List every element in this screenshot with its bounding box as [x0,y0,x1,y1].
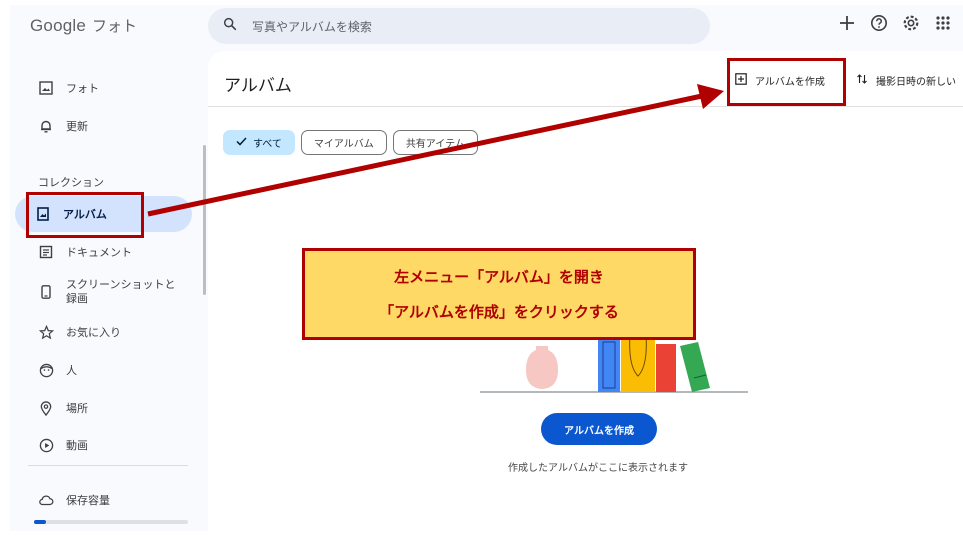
gear-icon[interactable] [901,13,921,33]
location-pin-icon [38,400,54,416]
help-icon[interactable] [869,13,889,33]
storage-progress-fill [34,520,46,524]
sidebar-item-photos[interactable]: フォト [18,70,196,106]
sidebar-item-label: 保存容量 [66,494,110,507]
sidebar-item-label: お気に入り [66,326,121,339]
star-icon [38,324,54,340]
play-circle-icon [38,437,54,453]
sidebar-item-videos[interactable]: 動画 [18,427,196,463]
highlight-create-album [727,58,846,106]
face-icon [38,362,54,378]
chip-shared[interactable]: 共有アイテム [392,130,478,155]
highlight-albums-nav [26,192,144,238]
storage-progress-bar [34,520,188,524]
sidebar-item-label: 録画 [66,292,88,305]
sidebar-divider [28,465,188,466]
sort-button[interactable]: 撮影日時の新しい [856,73,956,88]
cloud-icon [38,492,54,508]
sidebar-item-people[interactable]: 人 [18,352,196,388]
apps-grid-icon[interactable] [933,13,953,33]
logo-product-text: フォト [92,17,138,35]
callout-line-2: 「アルバムを作成」をクリックする [379,303,619,321]
collections-section-label: コレクション [38,176,104,189]
phone-icon [38,284,54,300]
sort-label: 撮影日時の新しい [876,77,956,88]
sidebar-item-favorites[interactable]: お気に入り [18,314,196,350]
chip-label: すべて [253,139,282,150]
search-input[interactable]: 写真やアルバムを検索 [252,18,372,35]
sidebar-item-label: 更新 [66,120,88,133]
sidebar: フォト 更新 コレクション アルバム ドキュメント スクリーンショットと 録画 … [10,60,210,530]
sidebar-item-label: フォト [66,82,99,95]
search-bar[interactable]: 写真やアルバムを検索 [208,8,710,44]
logo-google-text: Google [30,15,87,35]
sidebar-item-storage[interactable]: 保存容量 [18,482,196,518]
sidebar-item-updates[interactable]: 更新 [18,108,196,144]
bell-icon [38,118,54,134]
sidebar-item-label: スクリーンショットと [66,278,176,291]
header-actions [837,13,953,33]
create-album-cta-button[interactable]: アルバムを作成 [541,413,657,445]
chip-my-albums[interactable]: マイアルバム [300,130,387,155]
check-icon [236,136,247,149]
callout-line-1: 左メニュー「アルバム」を開き [394,268,604,286]
document-icon [38,244,54,260]
header-divider [208,106,963,107]
sidebar-item-places[interactable]: 場所 [18,390,196,426]
search-icon [222,16,238,36]
sidebar-item-screenshots[interactable]: スクリーンショットと 録画 [18,272,196,312]
sidebar-scrollbar[interactable] [203,145,206,295]
instruction-callout: 左メニュー「アルバム」を開き 「アルバムを作成」をクリックする [302,248,696,340]
sidebar-item-label: 人 [66,364,77,377]
sidebar-item-label: 動画 [66,439,88,452]
page-title: アルバム [224,76,292,96]
sidebar-item-label-group: スクリーンショットと 録画 [66,278,175,306]
empty-state-message: 作成したアルバムがここに表示されます [508,463,688,474]
filter-chips: すべて マイアルバム 共有アイテム [223,130,478,155]
sort-arrows-icon [856,73,868,88]
plus-icon[interactable] [837,13,857,33]
google-photos-logo[interactable]: Google フォト [30,15,137,36]
chip-label: マイアルバム [313,139,374,150]
sidebar-item-documents[interactable]: ドキュメント [18,234,196,270]
sidebar-item-label: 場所 [66,402,88,415]
sidebar-item-label: ドキュメント [66,246,132,259]
chip-label: 共有アイテム [405,139,465,150]
chip-all[interactable]: すべて [223,130,295,155]
photo-icon [38,80,54,96]
